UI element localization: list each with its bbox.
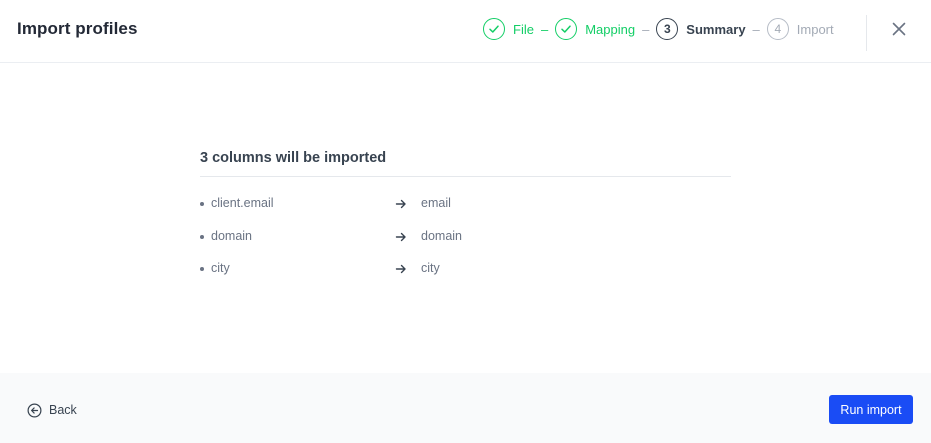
summary-title: 3 columns will be imported xyxy=(200,150,731,177)
bullet xyxy=(200,202,204,206)
step-separator: – xyxy=(752,21,760,37)
target-attribute: email xyxy=(421,196,451,210)
step-import: 4 Import xyxy=(766,18,834,40)
summary-section: 3 columns will be imported client.email … xyxy=(200,150,731,286)
run-import-button[interactable]: Run import xyxy=(829,395,913,424)
bullet xyxy=(200,234,204,239)
source-column: domain xyxy=(211,228,252,243)
import-stepper: File – Mapping – 3 Summary – 4 Import xyxy=(483,18,834,40)
target-attribute: domain xyxy=(421,228,462,243)
step-label: Mapping xyxy=(585,21,636,37)
step-summary: 3 Summary xyxy=(656,18,746,40)
check-icon xyxy=(483,18,505,40)
close-icon xyxy=(892,22,906,36)
check-icon xyxy=(555,18,578,40)
step-separator: – xyxy=(540,21,549,37)
source-column: city xyxy=(211,261,230,275)
modal-footer: Back Run import xyxy=(0,373,931,443)
target-attribute: city xyxy=(421,261,440,275)
close-button[interactable] xyxy=(888,18,910,40)
mapping-list: client.email email domain domain city ci… xyxy=(200,188,731,286)
list-item: client.email email xyxy=(200,188,731,221)
modal-header: Import profiles File – Mapping – 3 Summa… xyxy=(0,0,931,63)
step-number: 4 xyxy=(766,18,789,40)
list-item: domain domain xyxy=(200,221,731,254)
step-label: Summary xyxy=(686,21,746,37)
bullet xyxy=(200,267,204,271)
step-mapping[interactable]: Mapping xyxy=(555,18,635,40)
step-file[interactable]: File xyxy=(483,18,534,40)
import-profiles-modal: Import profiles File – Mapping – 3 Summa… xyxy=(0,0,931,443)
step-number: 3 xyxy=(656,18,679,40)
arrow-right-icon xyxy=(395,264,406,274)
step-separator: – xyxy=(642,21,650,37)
list-item: city city xyxy=(200,253,731,286)
back-button[interactable]: Back xyxy=(27,401,77,419)
page-title: Import profiles xyxy=(17,19,138,38)
arrow-right-icon xyxy=(395,199,406,209)
back-label: Back xyxy=(49,403,77,417)
step-label: Import xyxy=(796,21,834,37)
arrow-left-circle-icon xyxy=(27,403,42,417)
header-divider xyxy=(866,15,867,51)
arrow-right-icon xyxy=(395,232,406,241)
source-column: client.email xyxy=(211,196,274,210)
step-label: File xyxy=(513,21,534,37)
